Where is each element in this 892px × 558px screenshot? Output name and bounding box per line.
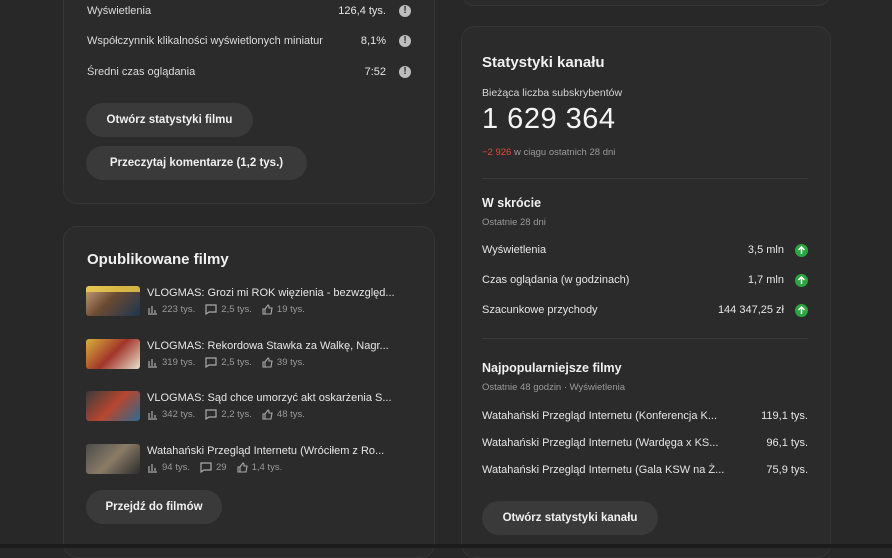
bottom-edge	[0, 544, 892, 548]
subs-change-row: −2 926 w ciągu ostatnich 28 dni	[482, 147, 615, 158]
summary-label-watchtime: Czas oglądania (w godzinach)	[482, 274, 630, 286]
video-thumbnail[interactable]	[86, 444, 140, 474]
info-icon[interactable]: !	[399, 35, 411, 47]
like-icon	[237, 462, 248, 473]
video-thumbnail[interactable]	[86, 391, 140, 421]
like-icon	[262, 357, 273, 368]
divider	[482, 338, 808, 339]
video-views: 319 tys.	[162, 357, 196, 368]
subs-change: −2 926	[482, 147, 512, 158]
summary-value-watchtime: 1,7 mln	[747, 274, 784, 286]
top-video-value: 75,9 tys.	[766, 464, 808, 476]
video-meta: 319 tys. 2,5 tys. 39 tys.	[147, 357, 305, 368]
subs-label: Bieżąca liczba subskrybentów	[482, 87, 623, 99]
summary-label-views: Wyświetlenia	[482, 244, 547, 256]
info-icon[interactable]: !	[399, 5, 411, 17]
summary-value-revenue: 144 347,25 zł	[717, 304, 784, 316]
info-icon[interactable]: !	[399, 66, 411, 78]
previous-card	[461, 0, 831, 6]
summary-sub: Ostatnie 28 dni	[482, 217, 546, 228]
video-thumbnail[interactable]	[86, 286, 140, 316]
video-stats-card: Wyświetlenia 126,4 tys. ! Współczynnik k…	[63, 0, 435, 204]
subs-count: 1 629 364	[482, 103, 616, 135]
like-icon	[262, 409, 273, 420]
comments-icon	[205, 409, 217, 420]
comments-icon	[205, 357, 217, 368]
top-video-title[interactable]: Watahański Przegląd Internetu (Konferenc…	[482, 410, 717, 422]
published-videos-card: Opublikowane filmy VLOGMAS: Grozi mi ROK…	[63, 226, 435, 558]
arrow-up-icon	[795, 244, 808, 257]
views-icon	[148, 411, 157, 420]
video-title[interactable]: VLOGMAS: Grozi mi ROK więzienia - bezwzg…	[147, 287, 395, 299]
stat-value-avg-watch: 7:52	[364, 66, 386, 78]
views-icon	[148, 306, 157, 315]
channel-stats-title: Statystyki kanału	[482, 54, 605, 71]
video-meta: 223 tys. 2,5 tys. 19 tys.	[147, 304, 305, 315]
video-title[interactable]: Watahański Przegląd Internetu (Wróciłem …	[147, 445, 384, 457]
comments-icon	[200, 462, 212, 473]
comments-icon	[205, 304, 217, 315]
top-video-value: 119,1 tys.	[761, 410, 808, 422]
divider	[482, 178, 808, 179]
top-video-title[interactable]: Watahański Przegląd Internetu (Gala KSW …	[482, 464, 724, 476]
video-likes: 48 tys.	[276, 409, 305, 420]
arrow-up-icon	[795, 304, 808, 317]
go-to-videos-button[interactable]: Przejdź do filmów	[86, 490, 222, 524]
video-title[interactable]: VLOGMAS: Sąd chce umorzyć akt oskarżenia…	[147, 392, 392, 404]
video-meta: 94 tys. 29 1,4 tys.	[147, 462, 282, 473]
video-title[interactable]: VLOGMAS: Rekordowa Stawka za Walkę, Nagr…	[147, 340, 389, 352]
views-icon	[148, 359, 157, 368]
views-icon	[148, 464, 157, 473]
video-views: 94 tys.	[162, 462, 190, 473]
stat-label-ctr: Współczynnik klikalności wyświetlonych m…	[87, 35, 323, 47]
summary-title: W skrócie	[482, 196, 542, 210]
video-likes: 1,4 tys.	[251, 462, 283, 473]
video-comments: 2,2 tys.	[221, 409, 252, 420]
video-likes: 19 tys.	[276, 304, 305, 315]
video-comments: 2,5 tys.	[221, 304, 252, 315]
summary-value-views: 3,5 mln	[747, 244, 784, 256]
published-title: Opublikowane filmy	[87, 251, 229, 268]
video-comments: 2,5 tys.	[221, 357, 252, 368]
video-comments: 29	[216, 462, 227, 473]
read-comments-button[interactable]: Przeczytaj komentarze (1,2 tys.)	[86, 146, 307, 180]
stat-value-ctr: 8,1%	[360, 35, 386, 47]
video-views: 342 tys.	[162, 409, 196, 420]
open-video-stats-button[interactable]: Otwórz statystyki filmu	[86, 103, 253, 137]
video-likes: 39 tys.	[276, 357, 305, 368]
top-videos-sub: Ostatnie 48 godzin · Wyświetlenia	[482, 382, 626, 393]
video-meta: 342 tys. 2,2 tys. 48 tys.	[147, 409, 305, 420]
open-channel-stats-button[interactable]: Otwórz statystyki kanału	[482, 501, 658, 535]
top-video-value: 96,1 tys.	[766, 437, 808, 449]
stat-value-views: 126,4 tys.	[338, 5, 386, 17]
stat-label-avg-watch: Średni czas oglądania	[87, 66, 196, 78]
top-video-title[interactable]: Watahański Przegląd Internetu (Wardęga x…	[482, 437, 718, 449]
channel-stats-card: Statystyki kanału Bieżąca liczba subskry…	[461, 26, 831, 558]
stat-label-views: Wyświetlenia	[87, 5, 152, 17]
like-icon	[262, 304, 273, 315]
arrow-up-icon	[795, 274, 808, 287]
subs-change-suffix: w ciągu ostatnich 28 dni	[513, 147, 616, 158]
summary-label-revenue: Szacunkowe przychody	[482, 304, 598, 316]
top-videos-title: Najpopularniejsze filmy	[482, 361, 622, 375]
video-views: 223 tys.	[162, 304, 196, 315]
video-thumbnail[interactable]	[86, 339, 140, 369]
